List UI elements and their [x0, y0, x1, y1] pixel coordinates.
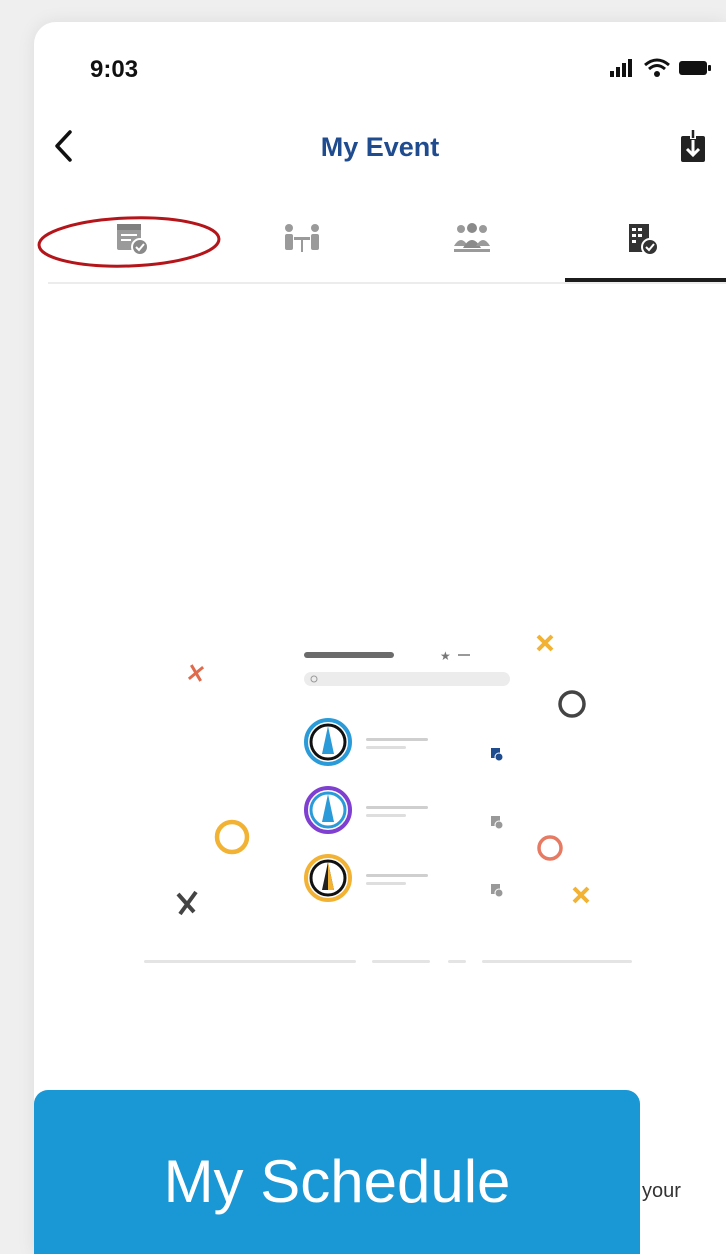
- decor-circle: [537, 835, 563, 861]
- decor-cross: [176, 890, 198, 916]
- decor-cross: [572, 886, 590, 904]
- decor-circle: [214, 819, 250, 855]
- tab-bar: [48, 210, 726, 284]
- tab-exhibitors[interactable]: [562, 210, 722, 280]
- page-title: My Event: [320, 132, 440, 162]
- tab-meetings[interactable]: [222, 210, 382, 280]
- body-text-fragment: your: [642, 1180, 681, 1202]
- decor-cross: [187, 664, 205, 682]
- caption-label: My Schedule: [163, 1147, 511, 1215]
- battery-icon: [679, 61, 711, 75]
- download-button[interactable]: [676, 128, 710, 166]
- meeting-table-icon: [285, 224, 319, 252]
- wifi-icon: [644, 58, 670, 77]
- cellular-signal-icon: [610, 59, 632, 77]
- caption-banner: My Schedule: [34, 1090, 640, 1254]
- list-item: [304, 854, 504, 902]
- decor-cross: [536, 634, 554, 652]
- download-icon: [681, 130, 705, 162]
- svg-text:★: ★: [440, 649, 451, 663]
- tab-schedule[interactable]: [52, 210, 212, 280]
- status-indicators: [610, 58, 712, 78]
- active-tab-indicator: [565, 278, 726, 282]
- status-time: 9:03: [90, 56, 139, 83]
- list-item: [304, 718, 504, 766]
- tab-attendees[interactable]: [392, 210, 552, 280]
- phone-screen: 9:03 My Event ★ your My Schedule: [34, 22, 726, 1254]
- empty-state-illustration: ★: [144, 634, 632, 963]
- calendar-check-icon: [117, 224, 149, 256]
- decor-circle: [558, 690, 586, 718]
- building-check-icon: [629, 224, 659, 256]
- list-item: [304, 786, 504, 834]
- group-icon: [454, 223, 490, 252]
